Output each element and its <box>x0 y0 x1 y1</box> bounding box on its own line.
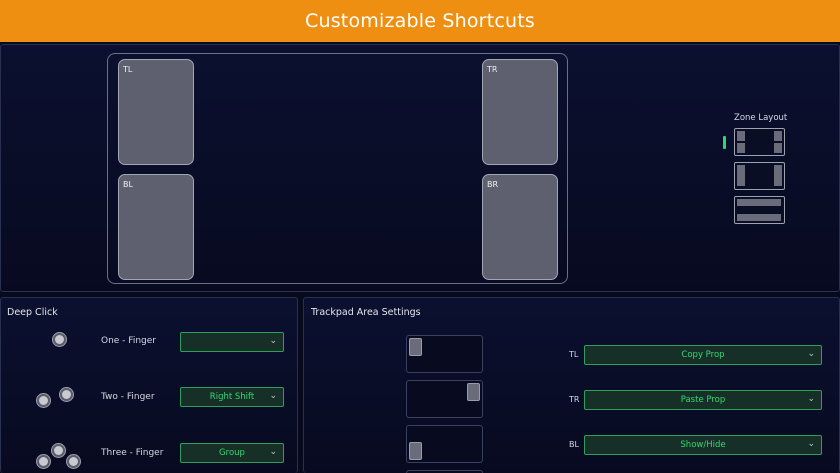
one-finger-dropdown[interactable]: ⌄ <box>180 332 284 352</box>
area-settings-title: Trackpad Area Settings <box>311 307 421 318</box>
zone-preview-bl <box>406 425 483 463</box>
layout-option-top-bottom[interactable] <box>734 196 785 224</box>
zone-bl-label: BL <box>123 180 133 189</box>
deep-click-panel: Deep Click One - Finger ⌄ Two - Finger R… <box>0 297 298 473</box>
page-title: Customizable Shortcuts <box>305 10 535 32</box>
chevron-down-icon: ⌄ <box>807 394 815 404</box>
zone-preview-tr <box>406 380 483 418</box>
trackpad-outline: TL TR BL BR <box>107 53 568 284</box>
two-finger-label: Two - Finger <box>101 392 155 402</box>
chevron-down-icon: ⌄ <box>807 439 815 449</box>
area-tr-value: Paste Prop <box>680 395 726 405</box>
trackpad-area-settings-panel: Trackpad Area Settings TL Copy Prop ⌄ TR… <box>303 297 840 473</box>
zone-tr-label: TR <box>487 65 498 74</box>
three-finger-label: Three - Finger <box>101 448 164 458</box>
layout-option-side-columns[interactable] <box>734 162 785 190</box>
zone-tl[interactable]: TL <box>118 59 194 165</box>
chevron-down-icon: ⌄ <box>269 391 277 401</box>
area-tr-dropdown[interactable]: Paste Prop ⌄ <box>584 390 822 410</box>
area-tr-label: TR <box>569 395 580 404</box>
area-tl-value: Copy Prop <box>681 350 725 360</box>
trackpad-zones-panel: TL TR BL BR Zone Layout <box>0 44 840 292</box>
zone-br-label: BR <box>487 180 499 189</box>
zone-bl[interactable]: BL <box>118 174 194 280</box>
area-bl-label: BL <box>569 440 579 449</box>
layout-option-four-corners[interactable] <box>734 128 785 156</box>
selected-layout-indicator <box>723 136 726 149</box>
three-finger-dot-icon <box>37 455 50 468</box>
two-finger-value: Right Shift <box>209 392 255 402</box>
zone-br[interactable]: BR <box>482 174 558 280</box>
two-finger-dot-icon <box>60 388 73 401</box>
zone-layout-title: Zone Layout <box>734 113 788 123</box>
one-finger-label: One - Finger <box>101 336 156 346</box>
chevron-down-icon: ⌄ <box>807 349 815 359</box>
chevron-down-icon: ⌄ <box>269 447 277 457</box>
deep-click-title: Deep Click <box>7 307 58 318</box>
three-finger-dropdown[interactable]: Group ⌄ <box>180 443 284 463</box>
area-bl-value: Show/Hide <box>680 440 726 450</box>
three-finger-value: Group <box>219 448 245 458</box>
area-bl-dropdown[interactable]: Show/Hide ⌄ <box>584 435 822 455</box>
zone-tr[interactable]: TR <box>482 59 558 165</box>
three-finger-dot-icon <box>67 455 80 468</box>
two-finger-dot-icon <box>37 394 50 407</box>
zone-tl-label: TL <box>123 65 133 74</box>
chevron-down-icon: ⌄ <box>269 336 277 346</box>
area-tl-label: TL <box>569 350 579 359</box>
title-banner: Customizable Shortcuts <box>0 0 840 42</box>
area-tl-dropdown[interactable]: Copy Prop ⌄ <box>584 345 822 365</box>
two-finger-dropdown[interactable]: Right Shift ⌄ <box>180 387 284 407</box>
three-finger-dot-icon <box>52 444 65 457</box>
zone-preview-tl <box>406 335 483 373</box>
one-finger-dot-icon <box>53 333 66 346</box>
